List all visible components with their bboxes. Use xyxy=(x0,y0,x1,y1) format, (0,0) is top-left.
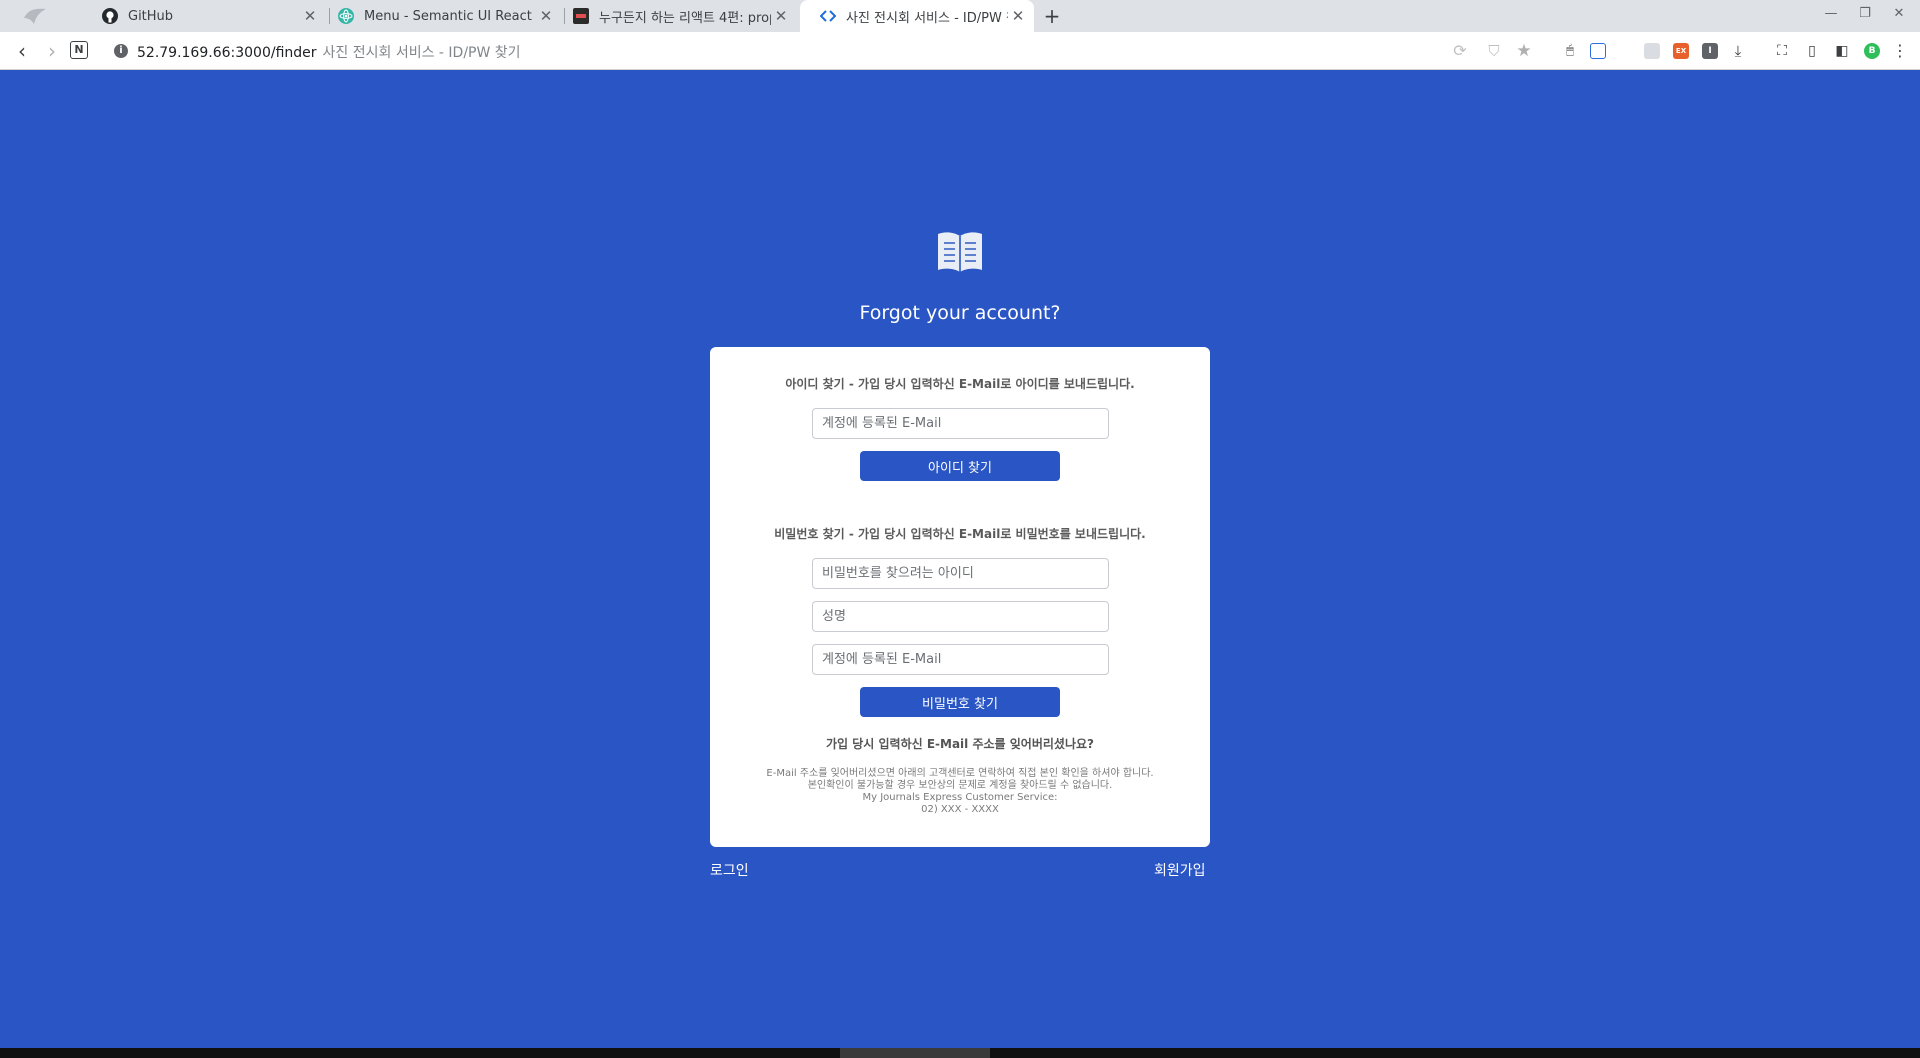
find-pw-title: 비밀번호 찾기 - 가입 당시 입력하신 E-Mail로 비밀번호를 보내드립니… xyxy=(774,527,1146,541)
bookmark-star-icon[interactable]: ★ xyxy=(1512,39,1536,63)
reload-icon[interactable]: ⟳ xyxy=(1448,39,1472,63)
login-link[interactable]: 로그인 xyxy=(710,860,749,880)
tab-semantic-ui[interactable]: Menu - Semantic UI React ✕ xyxy=(318,0,562,32)
back-icon[interactable]: ‹ xyxy=(10,39,34,63)
menu-kebab-icon[interactable]: ⋮ xyxy=(1888,39,1912,63)
react-icon xyxy=(338,8,354,24)
shield-icon[interactable]: ⛉ xyxy=(1482,39,1506,63)
download-icon[interactable]: ⤓ xyxy=(1726,39,1750,63)
profile-label: B xyxy=(1868,46,1876,56)
signup-link[interactable]: 회원가입 xyxy=(1154,860,1206,880)
forgot-email-title: 가입 당시 입력하신 E-Mail 주소를 잊어버리셨나요? xyxy=(825,737,1094,751)
taskbar-active-app[interactable] xyxy=(840,1048,990,1058)
screenshot-icon[interactable]: ⛶ xyxy=(1770,39,1794,63)
minimize-icon[interactable]: — xyxy=(1814,0,1848,28)
tab-title: GitHub xyxy=(128,8,174,24)
browser-toolbar: ‹ › N i 52.79.169.66:3000/finder 사진 전시회 서… xyxy=(0,32,1920,70)
forward-icon[interactable]: › xyxy=(40,39,64,63)
book-logo-icon xyxy=(938,232,982,272)
address-bar[interactable]: 52.79.169.66:3000/finder 사진 전시회 서비스 - ID/… xyxy=(137,42,521,62)
cloud-icon[interactable] xyxy=(1644,43,1660,59)
mouse-icon[interactable]: 🖱 xyxy=(1558,39,1582,63)
github-icon xyxy=(102,8,118,24)
find-pw-id-input[interactable] xyxy=(812,558,1109,589)
tab-title: 사진 전시회 서비스 - ID/PW 찾 xyxy=(846,10,1008,26)
tab-title: Menu - Semantic UI React xyxy=(364,8,532,24)
profile-avatar[interactable]: B xyxy=(1864,43,1880,59)
velopert-icon xyxy=(573,8,589,24)
close-window-icon[interactable]: ✕ xyxy=(1882,0,1916,28)
reading-mode-icon[interactable]: ▯ xyxy=(1800,39,1824,63)
forgot-email-line: E-Mail 주소를 잊어버리셨으면 아래의 고객센터로 연락하여 직접 본인 … xyxy=(766,768,1154,779)
abp-icon[interactable]: ABP xyxy=(1617,43,1633,59)
site-info-icon[interactable]: i xyxy=(114,44,128,58)
tab-github[interactable]: GitHub ✕ xyxy=(82,0,326,32)
side-panel-icon[interactable]: ◧ xyxy=(1830,39,1854,63)
customer-service-phone: 02) XXX - XXXX xyxy=(921,804,999,815)
ex-label: EX xyxy=(1675,47,1687,55)
url-page-title: 사진 전시회 서비스 - ID/PW 찾기 xyxy=(322,45,521,61)
find-id-email-input[interactable] xyxy=(812,408,1109,439)
tab-strip: GitHub ✕ Menu - Semantic UI React ✕ 누구든지… xyxy=(0,0,1920,32)
tab-photo-exhibition[interactable]: 사진 전시회 서비스 - ID/PW 찾 ✕ xyxy=(800,0,1034,32)
url-text: 52.79.169.66:3000/finder xyxy=(137,45,317,61)
forgot-email-line: 본인확인이 불가능할 경우 보안상의 문제로 계정을 찾아드릴 수 없습니다. xyxy=(807,780,1113,791)
window-extension-icon[interactable] xyxy=(1590,43,1606,59)
close-tab-icon[interactable]: ✕ xyxy=(1008,7,1028,25)
find-pw-button[interactable]: 비밀번호 찾기 xyxy=(860,687,1060,717)
customer-service-label: My Journals Express Customer Service: xyxy=(862,792,1058,803)
find-pw-name-input[interactable] xyxy=(812,601,1109,632)
reader-extension-icon[interactable]: I xyxy=(1702,43,1718,59)
finder-card: 아이디 찾기 - 가입 당시 입력하신 E-Mail로 아이디를 보내드립니다.… xyxy=(710,347,1210,847)
find-id-title: 아이디 찾기 - 가입 당시 입력하신 E-Mail로 아이디를 보내드립니다. xyxy=(785,377,1135,391)
bird-logo-icon xyxy=(24,8,46,24)
notion-icon[interactable]: N xyxy=(70,41,88,59)
restore-icon[interactable]: ❐ xyxy=(1848,0,1882,28)
new-tab-button[interactable]: + xyxy=(1040,4,1064,28)
ex-extension-icon[interactable]: EX xyxy=(1673,43,1689,59)
tab-title: 누구든지 하는 리액트 4편: prop xyxy=(599,10,771,26)
page-heading: Forgot your account? xyxy=(859,302,1061,324)
forgot-email-info: E-Mail 주소를 잊어버리셨으면 아래의 고객센터로 연락하여 직접 본인 … xyxy=(710,768,1210,816)
close-tab-icon[interactable]: ✕ xyxy=(300,7,320,25)
find-id-button[interactable]: 아이디 찾기 xyxy=(860,451,1060,481)
code-icon xyxy=(820,8,836,24)
find-pw-email-input[interactable] xyxy=(812,644,1109,675)
tab-velopert[interactable]: 누구든지 하는 리액트 4편: prop ✕ xyxy=(553,0,797,32)
close-tab-icon[interactable]: ✕ xyxy=(771,7,791,25)
os-taskbar xyxy=(0,1048,1920,1058)
abp-label: ABP xyxy=(1618,48,1632,55)
